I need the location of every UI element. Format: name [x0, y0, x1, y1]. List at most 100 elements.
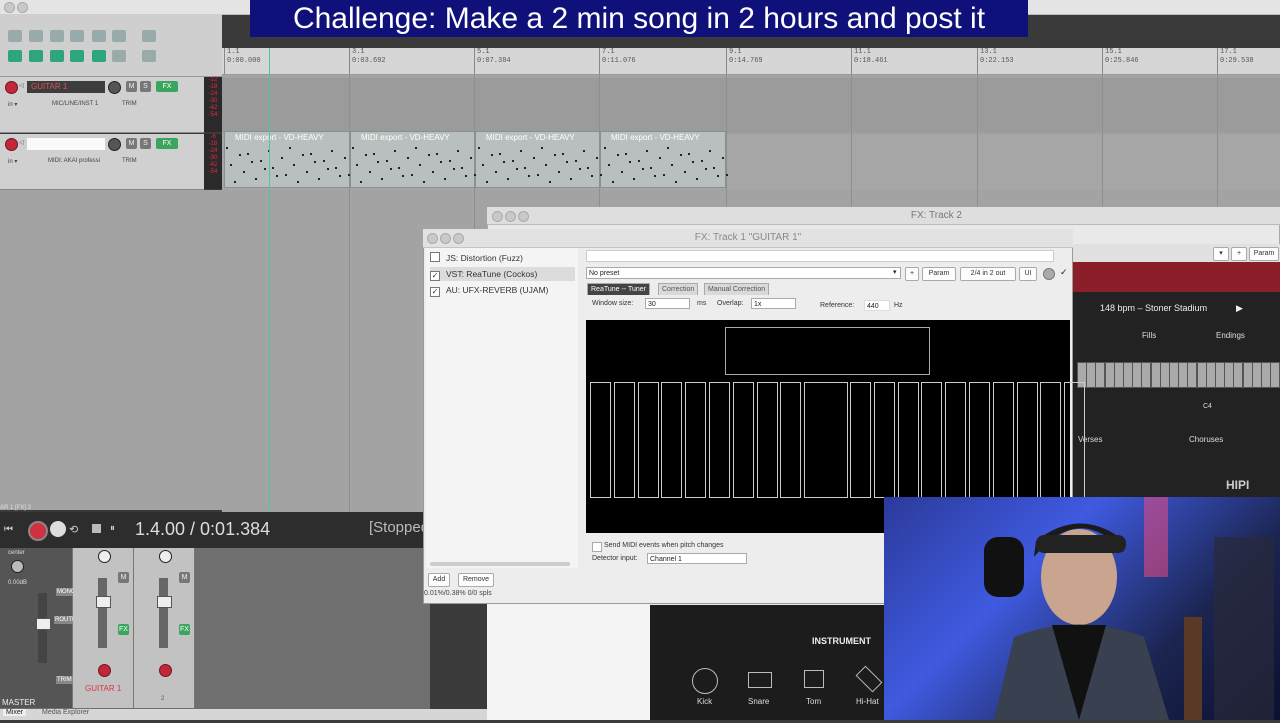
close-window-button[interactable]: [4, 2, 15, 13]
midi-item[interactable]: MIDI export - VD-HEAVY: [224, 131, 350, 188]
midi-item[interactable]: MIDI export - VD-HEAVY: [475, 131, 600, 188]
redo-icon[interactable]: [92, 30, 106, 42]
record-arm-button[interactable]: [159, 664, 172, 677]
bypass-icon[interactable]: [1043, 268, 1055, 280]
trim-button[interactable]: TRIM: [56, 676, 73, 684]
fx-button[interactable]: FX: [156, 81, 178, 92]
fx-enable-checkbox[interactable]: ✓: [430, 287, 440, 297]
metronome-icon[interactable]: [142, 30, 156, 42]
bpm-style-label[interactable]: 148 bpm – Stoner Stadium: [1100, 303, 1207, 313]
track-list-empty-area[interactable]: [0, 190, 222, 510]
tab-tuner[interactable]: ReaTune -- Tuner: [587, 283, 650, 295]
solo-button[interactable]: S: [140, 138, 151, 149]
master-fader[interactable]: [36, 618, 51, 630]
zoom-window-button[interactable]: [518, 211, 529, 222]
snare-icon[interactable]: [748, 672, 772, 688]
fx-item-reatune[interactable]: ✓ VST: ReaTune (Cockos): [430, 267, 575, 281]
volume-fader[interactable]: [157, 596, 172, 608]
snap-icon[interactable]: [50, 50, 64, 62]
pan-knob[interactable]: [159, 550, 172, 563]
fx2-param-button[interactable]: Param: [1249, 247, 1279, 261]
fx-enable-checkbox[interactable]: ✓: [430, 271, 440, 281]
grid-lines-icon[interactable]: [70, 50, 84, 62]
remove-fx-button[interactable]: Remove: [458, 573, 494, 587]
zoom-window-button[interactable]: [453, 233, 464, 244]
fx-button[interactable]: FX: [118, 624, 129, 635]
master-pan-knob[interactable]: [11, 560, 24, 573]
trim-button[interactable]: TRIM: [122, 158, 137, 164]
play-button[interactable]: [50, 521, 66, 537]
minimize-window-button[interactable]: [17, 2, 28, 13]
open-project-icon[interactable]: [29, 30, 43, 42]
pause-button[interactable]: ⏸: [110, 523, 115, 534]
close-window-button[interactable]: [492, 211, 503, 222]
send-midi-checkbox[interactable]: [592, 542, 602, 552]
record-arm-button[interactable]: [5, 138, 18, 151]
track-name-field[interactable]: [27, 138, 105, 150]
add-fx-button[interactable]: Add: [428, 573, 450, 587]
add-preset-button[interactable]: +: [1231, 247, 1247, 261]
timeline-ruler[interactable]: 1.1 0:00.000 3.1 0:03.692 5.1 0:07.384 7.1 0…: [222, 48, 1280, 75]
reference-field[interactable]: 440: [864, 300, 890, 311]
tab-manual-correction[interactable]: Manual Correction: [704, 283, 770, 295]
midi-item[interactable]: MIDI export - VD-HEAVY: [350, 131, 475, 188]
ui-button[interactable]: UI: [1019, 267, 1037, 281]
ripple-edit-icon[interactable]: [8, 50, 22, 62]
fx-chain-list[interactable]: JS: Distortion (Fuzz) ✓ VST: ReaTune (Coc…: [426, 248, 578, 568]
enable-check-icon[interactable]: ✓: [1060, 267, 1068, 278]
close-window-button[interactable]: [427, 233, 438, 244]
mute-button[interactable]: M: [118, 572, 129, 583]
tab-correction[interactable]: Correction: [658, 283, 699, 295]
lock-toggle-icon[interactable]: [112, 50, 126, 62]
minimize-window-button[interactable]: [505, 211, 516, 222]
preset-dropdown[interactable]: ▾: [1213, 247, 1229, 261]
skip-back-icon[interactable]: ⏮: [4, 524, 13, 535]
mute-button[interactable]: M: [126, 81, 137, 92]
playhead[interactable]: [269, 48, 270, 510]
detector-input-select[interactable]: Channel 1: [647, 553, 747, 564]
track-header-2[interactable]: ◁ M S FX in ▾ MIDI: AKAI professi TRIM: [0, 134, 204, 190]
fx-list-scrollbar[interactable]: [430, 562, 570, 566]
midi-item[interactable]: MIDI export - VD-HEAVY: [600, 131, 726, 188]
minimize-window-button[interactable]: [440, 233, 451, 244]
record-arm-button[interactable]: [5, 81, 18, 94]
mute-button[interactable]: M: [126, 138, 137, 149]
track-header-1[interactable]: ◁ GUITAR 1 M S FX in ▾ MIC/LINE/INST 1 T…: [0, 77, 204, 133]
loop-icon[interactable]: ⟲: [69, 523, 78, 536]
param-button[interactable]: Param: [922, 267, 956, 281]
track-name-field[interactable]: GUITAR 1: [27, 81, 105, 93]
new-project-icon[interactable]: [8, 30, 22, 42]
style-key[interactable]: [1270, 362, 1280, 388]
fx-button[interactable]: FX: [179, 624, 190, 635]
next-style-icon[interactable]: ▶: [1236, 303, 1243, 314]
mute-button[interactable]: M: [179, 572, 190, 583]
tom-icon[interactable]: [804, 670, 824, 688]
fx-button[interactable]: FX: [156, 138, 178, 149]
kick-icon[interactable]: [692, 668, 718, 694]
solo-button[interactable]: S: [140, 81, 151, 92]
add-preset-button[interactable]: +: [905, 267, 919, 281]
fx-item-distortion[interactable]: JS: Distortion (Fuzz): [430, 251, 575, 265]
volume-knob[interactable]: [108, 138, 121, 151]
tab-media-explorer[interactable]: Media Explorer: [42, 709, 89, 716]
grid-icon[interactable]: [29, 50, 43, 62]
io-routing-button[interactable]: 2/4 in 2 out: [960, 267, 1016, 281]
trim-tool-icon[interactable]: [142, 50, 156, 62]
save-project-icon[interactable]: [50, 30, 64, 42]
fx-enable-checkbox[interactable]: [430, 252, 440, 262]
record-button[interactable]: [28, 521, 48, 541]
volume-fader[interactable]: [96, 596, 111, 608]
preset-dropdown[interactable]: No preset: [586, 267, 901, 279]
volume-knob[interactable]: [108, 81, 121, 94]
lock-icon[interactable]: [112, 30, 126, 42]
window-size-field[interactable]: 30: [645, 298, 690, 309]
overlap-field[interactable]: 1x: [751, 298, 796, 309]
record-arm-button[interactable]: [98, 664, 111, 677]
track-lane-1[interactable]: [222, 78, 1280, 133]
pan-knob[interactable]: [98, 550, 111, 563]
tab-mixer[interactable]: Mixer: [3, 709, 27, 716]
stop-button[interactable]: [92, 524, 101, 533]
loop-icon[interactable]: [92, 50, 106, 62]
fx-item-ufx-reverb[interactable]: ✓ AU: UFX-REVERB (UJAM): [430, 283, 575, 297]
trim-button[interactable]: TRIM: [122, 101, 137, 107]
